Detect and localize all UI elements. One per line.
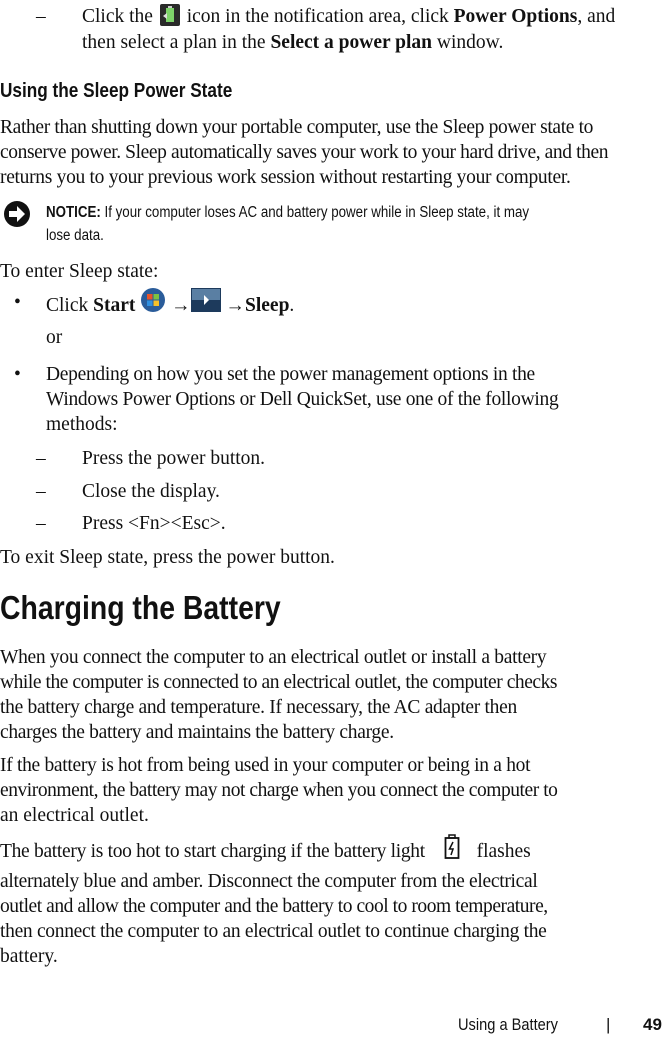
charging-paragraph-2: If the battery is hot from being used in… (0, 753, 558, 828)
bullet-line: Windows Power Options or Dell QuickSet, … (46, 389, 559, 410)
battery-power-meter-icon (159, 3, 180, 26)
charging-paragraph-1: When you connect the computer to an elec… (0, 645, 558, 745)
dash-marker: – (36, 513, 46, 534)
paragraph-line: When you connect the computer to an elec… (0, 647, 547, 668)
paragraph-line: charges the battery and maintains the ba… (0, 722, 394, 743)
text: The battery is too hot to start charging… (0, 840, 425, 862)
bullet-marker: • (14, 292, 21, 313)
paragraph-line: an electrical outlet. (0, 805, 149, 826)
paragraph-line: environment, the battery may not charge … (0, 780, 558, 801)
notice-line: lose data. (46, 227, 104, 244)
paragraph-line: outlet and allow the computer and the ba… (0, 896, 548, 917)
windows-start-orb-icon (140, 287, 166, 320)
charging-paragraph-3: The battery is too hot to start charging… (0, 834, 663, 969)
notice-label: NOTICE: (46, 204, 101, 221)
or-text: or (46, 327, 63, 348)
text: icon in the notification area, click (186, 6, 449, 27)
bullet-line: Depending on how you set the power manag… (46, 364, 535, 385)
enter-sleep-intro: To enter Sleep state: (0, 261, 159, 282)
method-text: Close the display. (82, 481, 220, 502)
text: Click (46, 294, 89, 316)
start-term: Start (93, 294, 136, 316)
bullet-line: methods: (46, 414, 118, 435)
paragraph-line: battery. (0, 946, 58, 967)
paragraph-line: while the computer is connected to an el… (0, 672, 558, 693)
power-options-term: Power Options (453, 6, 578, 27)
notice-text: NOTICE: If your computer loses AC and ba… (46, 202, 529, 224)
text: window. (436, 32, 504, 53)
paragraph-line: then connect the computer to an electric… (0, 921, 547, 942)
footer-section-title: Using a Battery (458, 1015, 558, 1034)
text: then select a plan in the (82, 32, 266, 53)
dash-marker: – (36, 6, 46, 27)
paragraph-line: the battery charge and temperature. If n… (0, 697, 517, 718)
charging-section-heading: Charging the Battery (0, 589, 281, 626)
paragraph-line: The battery is too hot to start charging… (0, 834, 663, 869)
text: Click the (82, 6, 153, 27)
paragraph-line: alternately blue and amber. Disconnect t… (0, 871, 538, 892)
notice-line: If your computer loses AC and battery po… (104, 204, 530, 221)
power-menu-arrow-icon (190, 288, 221, 319)
text: . (289, 294, 295, 316)
method-text: Press <Fn><Esc>. (82, 513, 226, 534)
paragraph-line: Rather than shutting down your portable … (0, 117, 594, 138)
battery-status-light-icon (444, 834, 460, 867)
footer-separator: | (606, 1015, 611, 1034)
dash-marker: – (36, 448, 46, 469)
bullet-marker: • (14, 364, 21, 385)
text: , and (577, 6, 616, 27)
notice-arrow-icon (3, 200, 31, 235)
sleep-paragraph: Rather than shutting down your portable … (0, 115, 608, 190)
arrow-glyph: → (225, 294, 246, 316)
exit-sleep-text: To exit Sleep state, press the power but… (0, 547, 335, 568)
arrow-glyph: → (171, 294, 191, 316)
page-number: 49 (643, 1015, 662, 1034)
select-power-plan-term: Select a power plan (270, 32, 433, 53)
paragraph-line: conserve power. Sleep automatically save… (0, 142, 609, 163)
sleep-term: Sleep (245, 294, 290, 316)
paragraph-line: returns you to your previous work sessio… (0, 167, 571, 188)
dash-marker: – (36, 481, 46, 502)
paragraph-line: If the battery is hot from being used in… (0, 755, 531, 776)
method-text: Press the power button. (82, 448, 266, 469)
sleep-section-heading: Using the Sleep Power State (0, 80, 233, 102)
text: flashes (476, 840, 531, 862)
